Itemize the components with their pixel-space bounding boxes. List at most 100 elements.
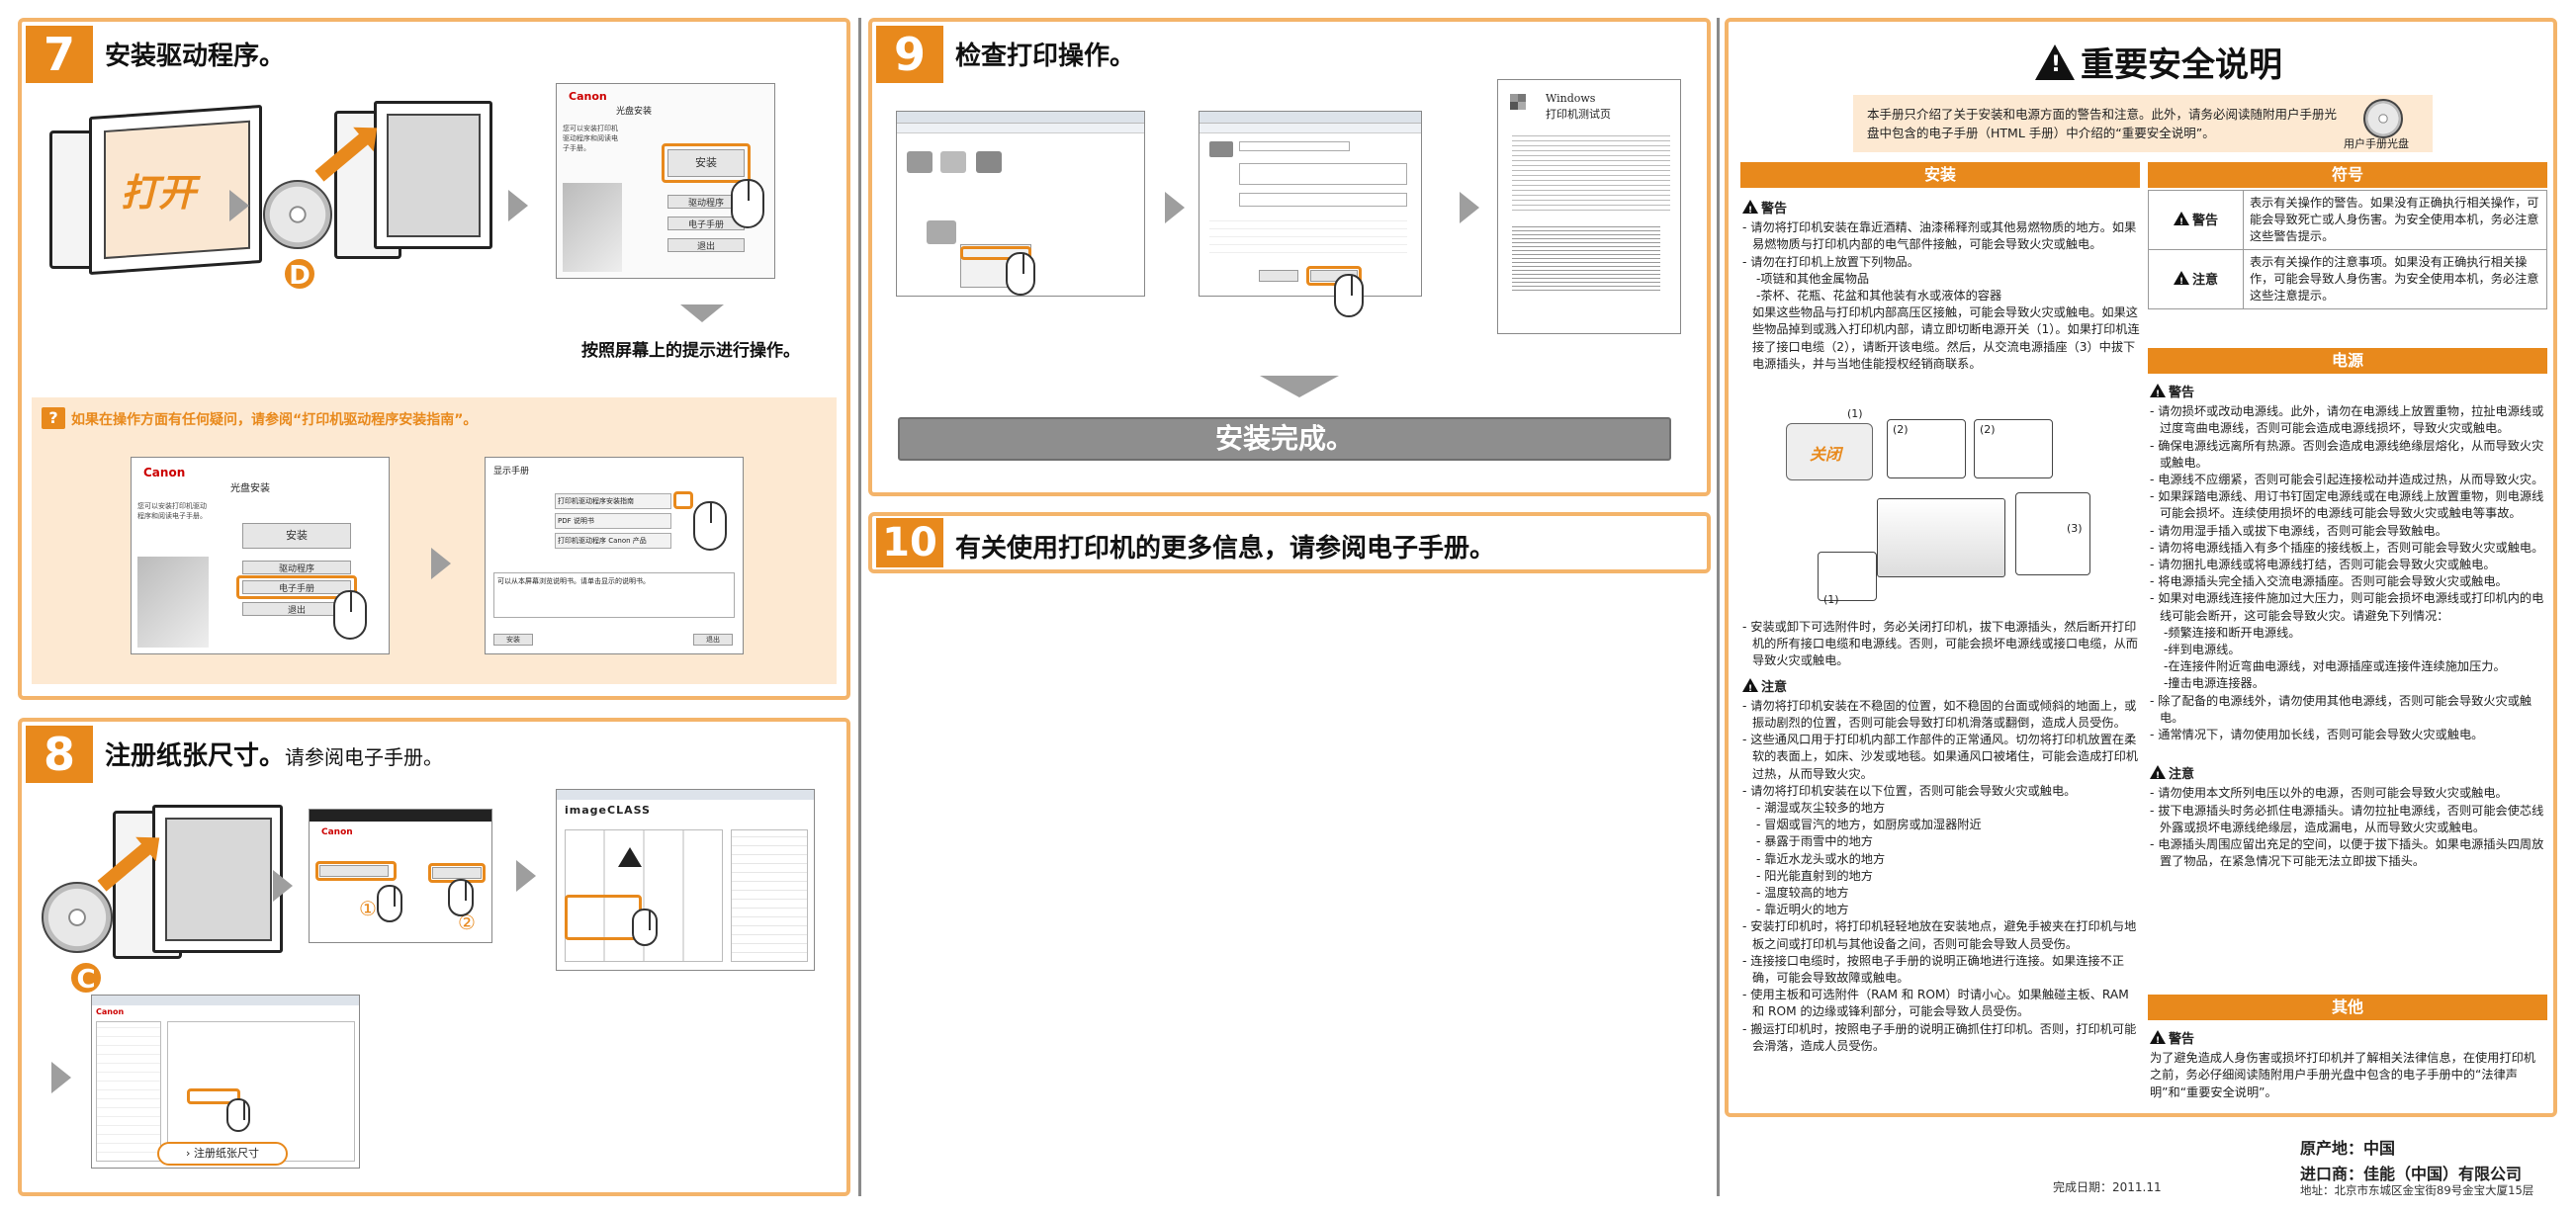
installer-screenshot-small: Canon 光盘安装 您可以安装打印机驱动程序和阅读电子手册。 安装 驱动程序 … xyxy=(131,457,390,654)
step7-hint-box: ? 如果在操作方面有任何疑问，请参阅“打印机驱动程序安装指南”。 Canon 光… xyxy=(32,397,837,684)
list-item: - 请勿将打印机安装在不稳固的位置，如不稳固的台面或倾斜的地面上，或振动剧烈的位… xyxy=(1742,698,2137,731)
open-label: 打开 xyxy=(121,171,197,215)
step7-title: 安装驱动程序。 xyxy=(105,42,286,71)
text: 请勿将打印机安装在以下位置，否则可能会导致火灾或触电。 xyxy=(1750,783,2077,798)
power-warning-heading: 警告 xyxy=(2150,384,2547,403)
manual-home-screenshot: Canon ① ② xyxy=(309,809,492,943)
label: 警告 xyxy=(2169,386,2195,400)
manual-exit-button[interactable]: 退出 xyxy=(693,634,733,646)
step7-disc-illustration: D xyxy=(263,91,500,299)
footer-address: 地址：北京市东城区金宝街89号金宝大厦15层 xyxy=(2300,1183,2534,1197)
text: 请勿将打印机安装在靠近酒精、油漆稀释剂或其他易燃物质的地方。如果易燃物质与打印机… xyxy=(1750,220,2137,252)
text: 潮湿或灰尘较多的地方 xyxy=(1764,801,1886,816)
printer-properties-screenshot xyxy=(1199,111,1422,317)
safety-title-text: 重要安全说明 xyxy=(2081,45,2282,85)
manual-screenshot: 显示手册 打印机驱动程序安装指南 PDF 说明书 打印机驱动程序 Canon 产… xyxy=(485,457,744,654)
list-item: - 搬运打印机时，按照电子手册的说明正确抓住打印机。否则，打印机可能会滑落，造成… xyxy=(1742,1021,2137,1053)
cd-label: 用户手册光盘 xyxy=(2344,137,2409,150)
install-section-header: 安装 xyxy=(1740,162,2140,188)
manual-page-screenshot: Canon › 注册纸张尺寸 xyxy=(91,995,360,1169)
step8-subtitle: 请参阅电子手册。 xyxy=(285,745,444,769)
text: 请勿捆扎电源线或将电源线打结，否则可能会导致火灾或触电。 xyxy=(2158,558,2496,572)
step8-title-main: 注册纸张尺寸。 xyxy=(105,741,286,771)
link-label: 注册纸张尺寸 xyxy=(193,1147,259,1160)
footer-importer: 进口商：佳能（中国）有限公司 xyxy=(2300,1165,2523,1183)
list-item: - 安装打印机时，将打印机轻轻地放在安装地点，避免手被夹在打印机与地板之间或打印… xyxy=(1742,919,2137,951)
mouse-icon xyxy=(1006,252,1035,296)
arrow-icon xyxy=(1165,192,1185,223)
canon-logo: Canon xyxy=(96,1007,125,1016)
properties-button[interactable] xyxy=(1259,270,1298,282)
list-item: - 如果对电源线连接件施加过大压力，则可能会损坏电源线或打印机内的电线可能会断开… xyxy=(2150,591,2544,623)
mouse-icon xyxy=(377,885,402,922)
mouse-icon xyxy=(448,879,474,916)
column-divider xyxy=(1717,18,1720,1196)
test-page-title-2: 打印机测试页 xyxy=(1546,108,1611,121)
manual-row[interactable]: PDF 说明书 xyxy=(555,513,671,529)
text: 通常情况下，请勿使用加长线，否则可能会导致火灾或触电。 xyxy=(2158,728,2484,742)
register-paper-size-link[interactable]: › 注册纸张尺寸 xyxy=(157,1142,288,1166)
list-item: - 请勿将打印机安装在靠近酒精、油漆稀释剂或其他易燃物质的地方。如果易燃物质与打… xyxy=(1742,220,2137,252)
step8-number: 8 xyxy=(26,726,93,783)
text: 除了配备的电源线外，请勿使用其他电源线，否则可能会导致火灾或触电。 xyxy=(2158,693,2532,725)
safety-title: 重要安全说明 xyxy=(2035,38,2282,86)
text: 靠近明火的地方 xyxy=(1764,903,1849,917)
diagram-label: (1) xyxy=(1823,593,1839,606)
arrow-icon xyxy=(508,190,528,221)
caution-icon xyxy=(1742,677,1758,698)
safety-intro: 本手册只介绍了关于安装和电源方面的警告和注意。此外，请务必阅读随附用户手册光盘中… xyxy=(1853,95,2433,152)
list-item: - 电源线不应绷紧，否则可能会引起连接松动并造成过热，从而导致火灾。 xyxy=(2150,473,2544,487)
test-page-title-1: Windows xyxy=(1546,92,1596,105)
manual-row[interactable]: 打印机驱动程序 Canon 产品 xyxy=(555,533,671,549)
canon-logo: Canon xyxy=(143,466,186,479)
driver-button[interactable]: 驱动程序 xyxy=(242,561,351,574)
manual-install-button[interactable]: 安装 xyxy=(493,634,533,646)
text: 电源插头周围应留出充足的空间，以便于拔下插头。如果电源插头四周放置了物品，在紧急… xyxy=(2158,837,2544,869)
step10-number: 10 xyxy=(876,518,943,567)
text: 请勿损坏或改动电源线。此外，请勿在电源线上放置重物，拉扯电源线或过度弯曲电源线，… xyxy=(2158,404,2544,436)
cd-disc-icon xyxy=(2363,99,2403,138)
install-section-body: 警告 - 请勿将打印机安装在靠近酒精、油漆稀释剂或其他易燃物质的地方。如果易燃物… xyxy=(1742,196,2140,373)
table-row: 警告 表示有关操作的警告。如果没有正确执行相关操作，可能会导致死亡或人身伤害。为… xyxy=(2148,190,2547,250)
text: 请勿用湿手插入或拔下电源线，否则可能会导致触电。 xyxy=(2158,523,2447,538)
installer-screenshot: Canon 光盘安装 您可以安装打印机驱动程序和阅读电子手册。 安装 驱动程序 … xyxy=(556,83,775,279)
text: 安装打印机时，将打印机轻轻地放在安装地点，避免手被夹在打印机与地板之间或打印机与… xyxy=(1750,919,2137,951)
mouse-icon xyxy=(632,909,658,946)
other-section-body: 警告 为了避免造成人身伤害或损坏打印机并了解相关法律信息，在使用打印机之前，务必… xyxy=(2150,1026,2547,1101)
installer-side-text: 您可以安装打印机驱动程序和阅读电子手册。 xyxy=(563,125,618,152)
text: 警告 xyxy=(2191,213,2218,228)
question-icon: ? xyxy=(42,407,65,429)
table-row: 注意 表示有关操作的注意事项。如果没有正确执行相关操作，可能会导致人身伤害。为安… xyxy=(2148,249,2547,309)
paper-menu-highlight xyxy=(565,895,642,940)
text: 如果踩踏电源线、用订书钉固定电源线或在电源线上放置重物，则电源线可能会损坏。连续… xyxy=(2158,489,2544,521)
arrow-down-icon xyxy=(1260,376,1339,397)
text: 频繁连接和断开电源线。 xyxy=(2168,625,2301,640)
sub-item: -绊到电源线。 xyxy=(2164,643,2241,657)
symbols-table: 警告 表示有关操作的警告。如果没有正确执行相关操作，可能会导致死亡或人身伤害。为… xyxy=(2148,190,2547,309)
step8-panel: 8 注册纸张尺寸。请参阅电子手册。 C Canon ① ② imageCLASS xyxy=(18,718,850,1196)
install-button[interactable]: 安装 xyxy=(242,523,351,549)
step7-instruction: 按照屏幕上的提示进行操作。 xyxy=(581,341,800,361)
install-warning-heading: 警告 xyxy=(1742,200,2140,219)
sub-item: - 暴露于雨雪中的地方 xyxy=(1756,834,1873,849)
canon-logo: Canon xyxy=(321,827,353,837)
sub-item: - 潮湿或灰尘较多的地方 xyxy=(1756,801,1886,816)
text: 如果对电源线连接件施加过大压力，则可能会损坏电源线或打印机内的电线可能会断开，这… xyxy=(2158,591,2544,623)
text: 冒烟或冒汽的地方，如厨房或加湿器附近 xyxy=(1764,818,1982,832)
exit-button[interactable]: 退出 xyxy=(667,238,745,252)
disc-letter-badge: D xyxy=(283,257,316,291)
link-chevron-icon: › xyxy=(186,1147,194,1160)
manual-window-title: 显示手册 xyxy=(493,467,530,477)
arrow-icon xyxy=(516,860,536,892)
footer-date: 完成日期：2011.11 xyxy=(2053,1180,2162,1194)
list-item: - 请勿在打印机上放置下列物品。 xyxy=(1742,254,1919,269)
list-item: - 这些通风口用于打印机内部工作部件的正常通风。切勿将打印机放置在柔软的表面上，… xyxy=(1742,733,2138,781)
label: 警告 xyxy=(1761,202,1788,217)
callout-1: ① xyxy=(359,897,377,920)
list-item: - 安装或卸下可选附件时，务必关闭打印机，拔下电源插头，然后断开打印机的所有接口… xyxy=(1742,620,2138,668)
symbol-text: 表示有关操作的注意事项。如果没有正确执行相关操作，可能会导致人身伤害。为安全使用… xyxy=(2243,249,2547,309)
manual-row[interactable]: 打印机驱动程序安装指南 xyxy=(555,493,671,509)
sub-item: - 阳光能直射到的地方 xyxy=(1756,868,1873,883)
warning-icon xyxy=(1742,200,1758,219)
step7-number: 7 xyxy=(26,26,93,83)
